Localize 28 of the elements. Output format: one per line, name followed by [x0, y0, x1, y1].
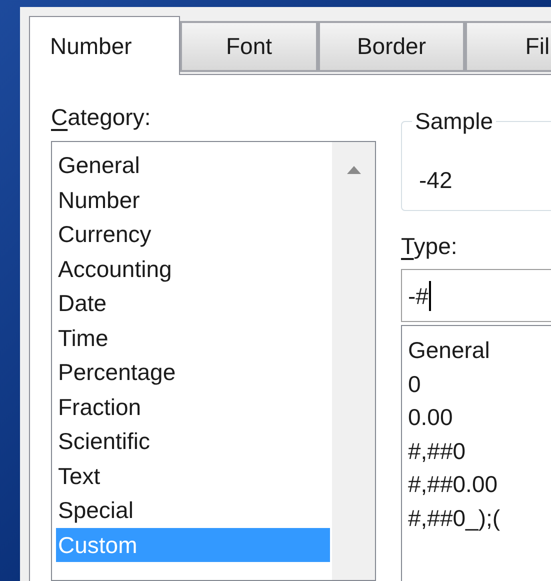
category-item[interactable]: Scientific — [56, 424, 330, 458]
tab[interactable]: Border — [318, 21, 465, 72]
category-item[interactable]: Time — [56, 320, 330, 355]
field-value: -# — [408, 280, 432, 310]
tab[interactable]: Number — [29, 16, 180, 75]
format-item[interactable]: 0 — [408, 368, 421, 401]
category-item[interactable]: General — [56, 148, 330, 182]
type-label: Type: — [401, 232, 458, 261]
format-item[interactable]: #,##0 — [408, 434, 466, 468]
category-item[interactable]: Accounting — [56, 252, 330, 286]
category-item[interactable]: Text — [56, 458, 330, 493]
category-label: Category: — [51, 103, 152, 132]
tab[interactable]: Font — [180, 21, 318, 72]
category-item[interactable]: Special — [56, 493, 330, 528]
category-item[interactable]: Currency — [56, 217, 330, 252]
category-item[interactable]: Percentage — [56, 355, 330, 390]
format-list[interactable]: General 0 0.00 #,##0 #,##0.00 #,##0_);( — [401, 325, 551, 581]
format-item[interactable]: #,##0.00 — [408, 468, 498, 502]
format-item[interactable]: General — [408, 334, 490, 368]
category-item[interactable]: Date — [56, 286, 330, 320]
type-field[interactable]: -# — [401, 269, 551, 322]
sample-value: -42 — [419, 167, 452, 193]
format-item[interactable]: #,##0_);( — [408, 502, 500, 535]
category-item[interactable]: Fraction — [56, 390, 330, 424]
category-list[interactable]: General Number Currency Accounting Date Time Percentage Fraction Scientific Text Special Custom — [51, 141, 376, 581]
category-item[interactable]: Number — [56, 182, 330, 217]
format-item[interactable]: 0.00 — [408, 401, 453, 434]
tab[interactable]: Fill — [465, 21, 551, 72]
